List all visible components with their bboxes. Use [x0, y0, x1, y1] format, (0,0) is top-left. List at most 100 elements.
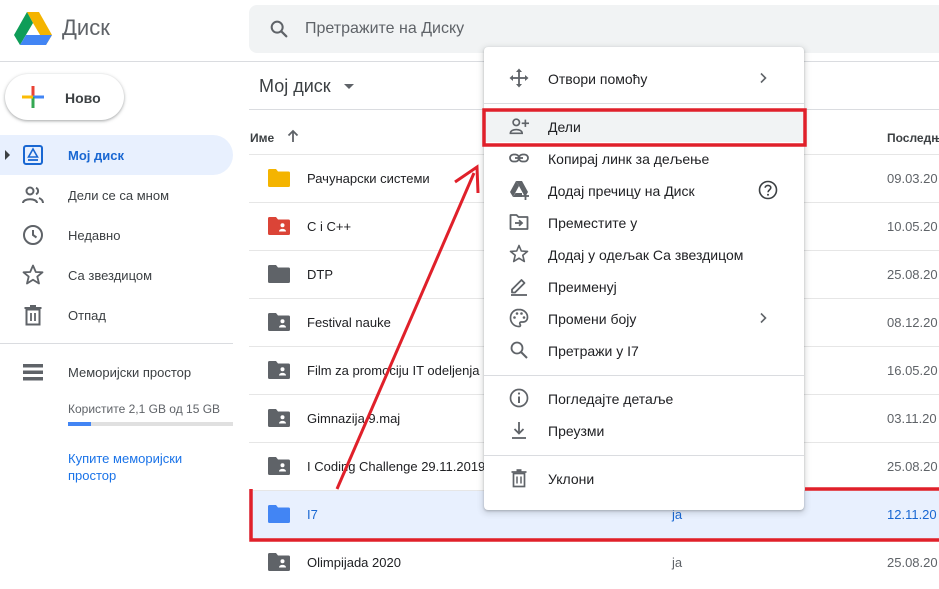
menu-item-label: Копирај линк за дељење: [548, 151, 710, 167]
menu-item-open-with[interactable]: Отвори помоћу: [484, 62, 804, 94]
title-dropdown-icon[interactable]: [344, 84, 354, 89]
file-name: Film za promociju IT odeljenja: [307, 363, 480, 378]
file-name: Olimpijada 2020: [307, 555, 401, 570]
sidebar-item-label: Отпад: [68, 308, 106, 323]
sidebar-item-label: Мој диск: [68, 148, 124, 163]
sidebar-item-label: Недавно: [68, 228, 121, 243]
sidebar-item-starred[interactable]: Са звездицом: [0, 255, 233, 295]
new-button[interactable]: Ново: [5, 74, 124, 120]
shared-folder-icon: [268, 361, 290, 379]
file-modified-date: 25.08.20: [887, 267, 938, 282]
menu-divider: [484, 375, 804, 376]
file-name: Gimnazija 9.maj: [307, 411, 401, 426]
star-outline-icon: [509, 244, 529, 263]
storage-usage-bar: [68, 422, 233, 426]
search-input[interactable]: [305, 18, 865, 40]
context-menu: Отвори помоћу Дели Копирај линк за дељењ…: [484, 47, 804, 510]
star-icon: [22, 264, 44, 285]
chevron-right-icon: [760, 312, 767, 324]
sidebar-item-label: Дели се са мном: [68, 188, 170, 203]
menu-item-label: Дели: [548, 119, 581, 135]
storage-usage-text: Користите 2,1 GB од 15 GB: [68, 402, 221, 416]
menu-item-label: Додај у одељак Са звездицом: [548, 247, 744, 263]
menu-item-share[interactable]: Дели: [484, 110, 804, 142]
menu-item-label: Додај пречицу на Диск: [548, 183, 695, 199]
shared-folder-icon: [268, 313, 290, 331]
sidebar-divider: [0, 343, 233, 344]
storage-usage-bar-fill: [68, 422, 92, 426]
help-icon[interactable]: [758, 180, 778, 200]
menu-item-copy-link[interactable]: Копирај линк за дељење: [484, 142, 804, 174]
column-header-last-modified[interactable]: Последњ: [887, 131, 939, 145]
column-header-name[interactable]: Име: [250, 131, 274, 145]
storage-title[interactable]: Меморијски простор: [68, 365, 191, 380]
file-modified-date: 10.05.20: [887, 219, 938, 234]
menu-item-label: Претражи у I7: [548, 343, 639, 359]
expand-arrow-icon[interactable]: [5, 150, 10, 160]
menu-item-search-in[interactable]: Претражи у I7: [484, 334, 804, 366]
file-name: Festival nauke: [307, 315, 391, 330]
menu-item-change-color[interactable]: Промени боју: [484, 302, 804, 334]
file-row[interactable]: Olimpijada 2020 ja 25.08.20: [249, 538, 939, 586]
search-bar[interactable]: [249, 5, 939, 53]
sidebar-item-label: Са звездицом: [68, 268, 153, 283]
menu-item-add-shortcut[interactable]: Додај пречицу на Диск: [484, 174, 804, 206]
trash-icon: [24, 305, 42, 326]
file-name: C i C++: [307, 219, 352, 234]
google-drive-logo[interactable]: [14, 12, 52, 46]
chevron-right-icon: [760, 72, 767, 84]
file-modified-date: 09.03.20: [887, 171, 938, 186]
sidebar-item-shared-with-me[interactable]: Дели се са мном: [0, 175, 233, 215]
menu-item-label: Преместите у: [548, 215, 638, 231]
sort-arrow-up-icon[interactable]: [285, 128, 301, 144]
folder-icon: [268, 169, 290, 187]
menu-item-view-details[interactable]: Погледајте детаље: [484, 382, 804, 414]
person-add-icon: [509, 118, 529, 135]
trash-icon: [511, 469, 527, 488]
shared-people-icon: [22, 186, 44, 204]
file-name: DTP: [307, 267, 333, 282]
file-name: I7: [307, 507, 318, 522]
search-icon: [510, 341, 528, 359]
file-name: Рачунарски системи: [307, 171, 430, 186]
menu-item-rename[interactable]: Преименуј: [484, 270, 804, 302]
sidebar-item-my-drive[interactable]: Мој диск: [0, 135, 233, 175]
shared-folder-icon: [268, 409, 290, 427]
menu-item-label: Уклони: [548, 471, 595, 487]
menu-item-label: Преименуј: [548, 279, 617, 295]
menu-item-label: Промени боју: [548, 311, 637, 327]
shared-folder-icon: [268, 217, 290, 235]
folder-icon: [268, 505, 290, 523]
menu-item-label: Погледајте детаље: [548, 391, 674, 407]
add-shortcut-icon: [510, 181, 529, 200]
buy-storage-link[interactable]: Купите меморијски простор: [68, 450, 218, 484]
storage-icon: [23, 364, 43, 381]
file-modified-date: 25.08.20: [887, 555, 938, 570]
page-title[interactable]: Мој диск: [259, 76, 331, 97]
sidebar-item-trash[interactable]: Отпад: [0, 295, 233, 335]
file-modified-date: 03.11.20: [887, 411, 937, 426]
menu-item-add-starred[interactable]: Додај у одељак Са звездицом: [484, 238, 804, 270]
file-owner: ja: [672, 555, 683, 570]
menu-divider: [484, 103, 804, 104]
menu-divider: [484, 455, 804, 456]
menu-item-remove[interactable]: Уклони: [484, 462, 804, 494]
sidebar-item-recent[interactable]: Недавно: [0, 215, 233, 255]
file-name: I Coding Challenge 29.11.2019: [307, 459, 486, 474]
folder-icon: [268, 265, 290, 283]
rename-icon: [511, 279, 527, 296]
app-name[interactable]: Диск: [62, 15, 110, 41]
file-modified-date: 16.05.20: [887, 363, 938, 378]
move-to-icon: [509, 214, 529, 230]
menu-item-move-to[interactable]: Преместите у: [484, 206, 804, 238]
my-drive-icon: [23, 145, 43, 165]
plus-icon: [22, 86, 44, 108]
menu-item-download[interactable]: Преузми: [484, 414, 804, 446]
menu-item-label: Преузми: [548, 423, 605, 439]
search-icon[interactable]: [268, 18, 290, 40]
file-modified-date: 08.12.20: [887, 315, 938, 330]
link-icon: [509, 153, 529, 163]
clock-icon: [23, 225, 43, 245]
download-icon: [512, 422, 526, 439]
file-modified-date: 12.11.20: [887, 507, 937, 522]
